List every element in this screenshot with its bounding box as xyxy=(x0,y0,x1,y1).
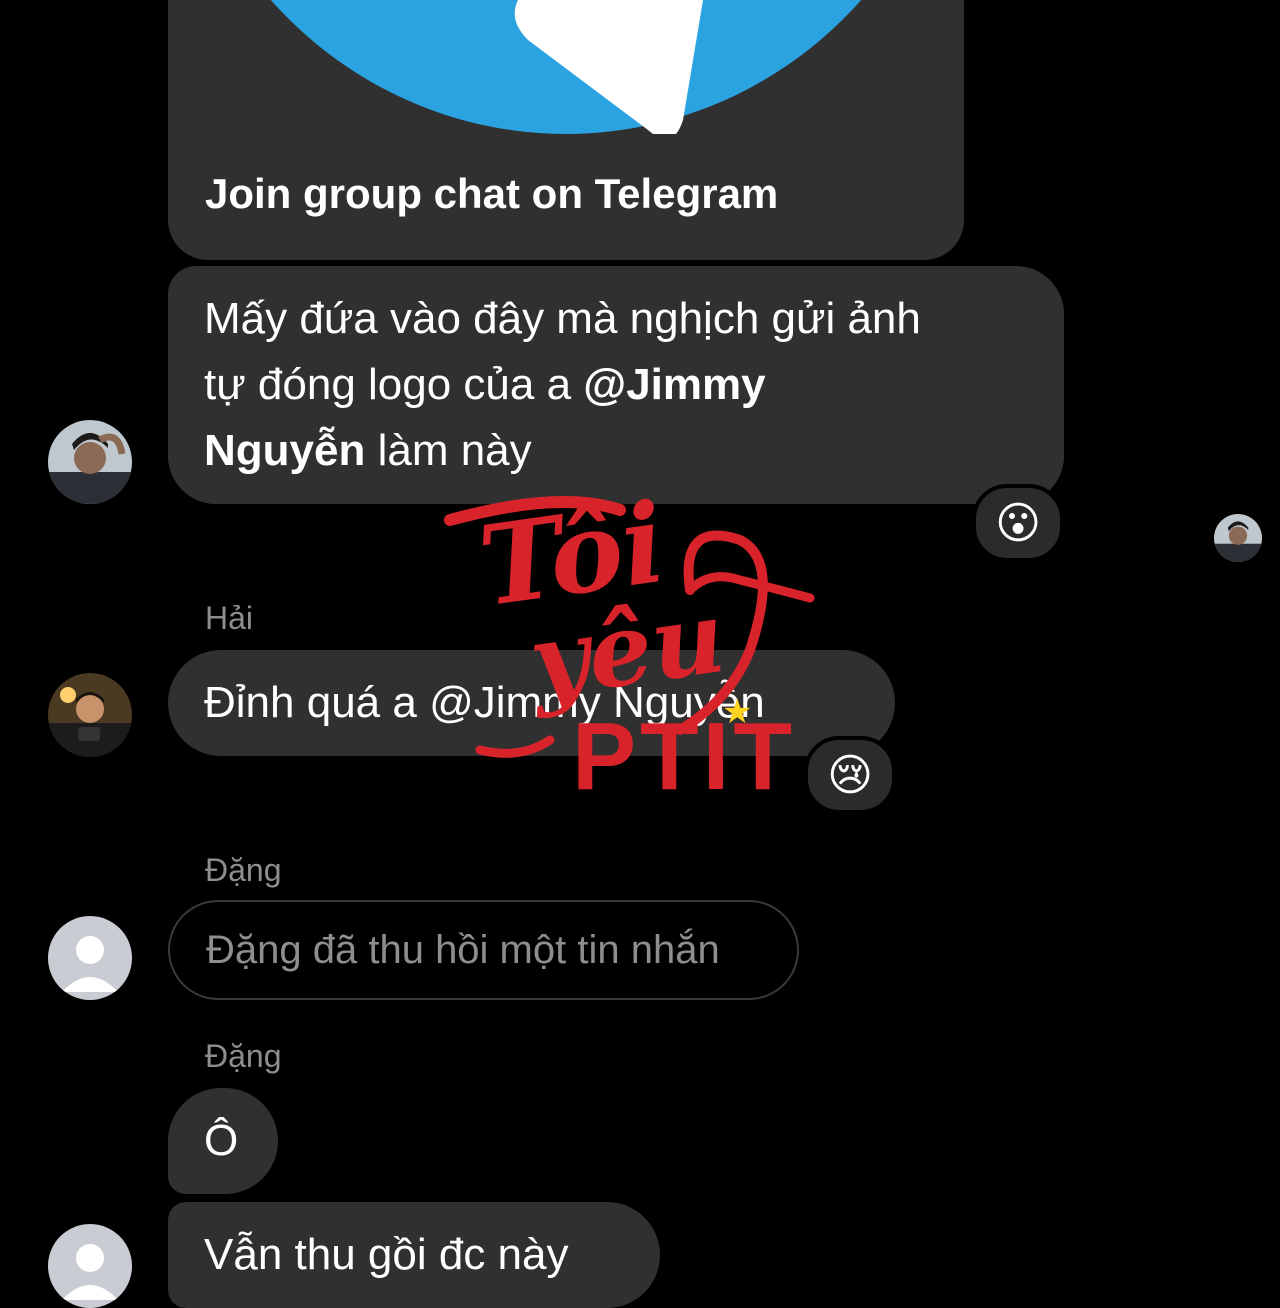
sender-name: Đặng xyxy=(205,852,282,888)
link-card-title: Join group chat on Telegram xyxy=(205,170,779,217)
message-bubble[interactable]: Đỉnh quá a @Jimmy Nguyễn xyxy=(168,650,895,756)
avatar-photo xyxy=(48,420,132,504)
surprised-face-icon: 😮 xyxy=(995,498,1041,548)
avatar-dang[interactable] xyxy=(48,916,132,1000)
mention-link[interactable]: @Jimmy xyxy=(583,360,765,409)
message-text: Đỉnh quá a xyxy=(204,678,430,727)
reaction-badge[interactable]: 😢 xyxy=(804,736,896,814)
telegram-preview-image xyxy=(168,0,964,134)
telegram-plane-icon xyxy=(514,0,703,134)
message-line: tự đóng logo của a @Jimmy xyxy=(204,352,1028,418)
avatar-hai[interactable] xyxy=(48,673,132,757)
crying-face-icon: 😢 xyxy=(827,750,873,800)
person-silhouette-icon xyxy=(62,936,118,992)
message-bubble[interactable]: Ô xyxy=(168,1088,278,1194)
message-line: Nguyễn làm này xyxy=(204,418,1028,484)
message-text: tự đóng logo của a xyxy=(204,360,584,409)
message-bubble[interactable]: Vẫn thu gồi đc này xyxy=(168,1202,660,1308)
avatar-jimmy[interactable] xyxy=(48,420,132,504)
mention-link[interactable]: Nguyễn xyxy=(204,426,365,475)
avatar-photo xyxy=(1214,514,1262,562)
person-silhouette-icon xyxy=(62,1244,118,1300)
message-text: làm này xyxy=(365,426,532,475)
avatar-photo xyxy=(48,673,132,757)
avatar-dang[interactable] xyxy=(48,1224,132,1308)
sender-name: Hải xyxy=(205,600,254,636)
message-text: Ô xyxy=(204,1116,239,1165)
message-bubble[interactable]: Mấy đứa vào đây mà nghịch gửi ảnh tự đón… xyxy=(168,266,1064,504)
mention-link[interactable]: @Jimmy Nguyễn xyxy=(429,678,765,727)
ptit-watermark: Tôi yêu PTIT ★ xyxy=(440,478,840,810)
message-text: Vẫn thu gồi đc này xyxy=(204,1230,569,1279)
sender-name: Đặng xyxy=(205,1038,282,1074)
message-line: Mấy đứa vào đây mà nghịch gửi ảnh xyxy=(204,294,921,343)
reaction-badge[interactable]: 😮 xyxy=(972,484,1064,562)
unsent-message-bubble: Đặng đã thu hồi một tin nhắn xyxy=(168,900,799,1000)
telegram-link-card[interactable]: Join group chat on Telegram xyxy=(168,0,964,260)
unsent-message-text: Đặng đã thu hồi một tin nhắn xyxy=(206,927,720,972)
seen-avatar xyxy=(1214,514,1262,562)
heart-swirl-icon xyxy=(444,496,815,758)
